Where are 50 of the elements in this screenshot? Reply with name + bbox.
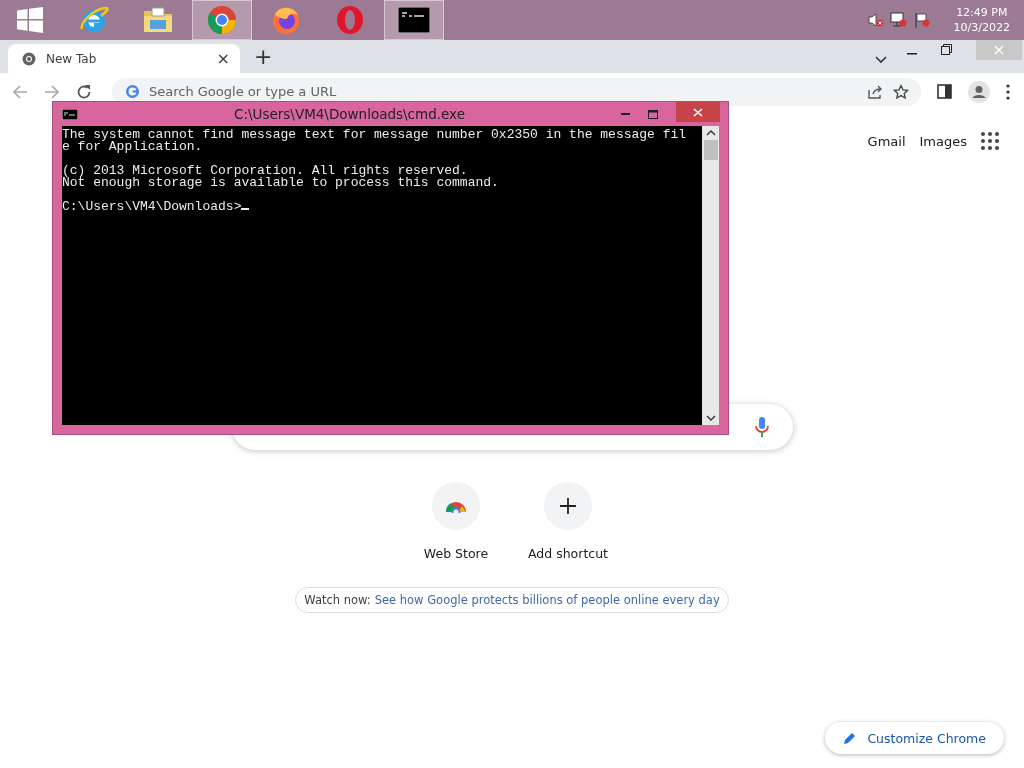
reload-icon[interactable] bbox=[76, 83, 92, 100]
folder-icon[interactable] bbox=[142, 6, 174, 34]
share-icon[interactable] bbox=[867, 83, 883, 100]
profile-avatar-icon[interactable] bbox=[968, 80, 990, 103]
maximize-icon[interactable] bbox=[648, 109, 658, 119]
fox-globe-icon[interactable] bbox=[271, 5, 301, 35]
console-line: C:\Users\VM4\Downloads> bbox=[62, 199, 242, 214]
scrollbar[interactable] bbox=[702, 126, 719, 425]
chrome-icon[interactable] bbox=[207, 5, 237, 35]
header-link[interactable]: Gmail bbox=[867, 133, 906, 149]
scrollbar-thumb[interactable] bbox=[703, 140, 718, 160]
muted-speaker-icon[interactable] bbox=[867, 12, 884, 28]
microphone-icon[interactable] bbox=[754, 417, 769, 437]
apps-grid-icon[interactable] bbox=[981, 132, 999, 150]
flag-icon[interactable] bbox=[913, 12, 930, 28]
window-title: C:\Users\VM4\Downloads\cmd.exe bbox=[233, 106, 466, 122]
close-icon bbox=[994, 45, 1004, 55]
chrome-favicon-icon bbox=[22, 51, 36, 66]
restore-icon[interactable] bbox=[941, 44, 952, 55]
close-button[interactable] bbox=[676, 102, 720, 122]
new-tab-button[interactable]: + bbox=[254, 45, 273, 69]
network-icon[interactable] bbox=[889, 12, 908, 28]
google-g-icon bbox=[126, 85, 139, 98]
promo-text: Watch now: bbox=[304, 593, 371, 607]
minimize-icon[interactable] bbox=[907, 53, 917, 55]
browser-tab[interactable]: New Tab × bbox=[8, 44, 240, 73]
promo-link[interactable]: See how Google protects billions of people online every day bbox=[374, 593, 720, 607]
more-menu-icon[interactable] bbox=[1006, 83, 1010, 100]
console-line: The system cannot find message text for message number 0x2350 in the message fil bbox=[62, 127, 687, 142]
close-icon bbox=[693, 107, 703, 117]
star-icon[interactable] bbox=[893, 83, 909, 100]
side-panel-icon[interactable] bbox=[937, 84, 952, 99]
console-app-icon bbox=[62, 108, 78, 120]
browser-e-icon[interactable] bbox=[79, 5, 109, 35]
scroll-down-icon[interactable] bbox=[705, 415, 716, 421]
rainbow-arc-icon bbox=[445, 499, 467, 513]
scroll-up-icon[interactable] bbox=[705, 130, 716, 136]
customize-button[interactable]: Customize Chrome bbox=[825, 722, 1004, 754]
text-cursor bbox=[241, 208, 250, 210]
pencil-icon bbox=[843, 731, 858, 745]
console-line: (c) 2013 Microsoft Corporation. All rights reserved. bbox=[62, 163, 468, 178]
windows-logo-icon[interactable] bbox=[17, 7, 43, 33]
header-link[interactable]: Images bbox=[919, 133, 967, 149]
shortcut-tile[interactable]: Add shortcut bbox=[512, 482, 624, 561]
shortcut-tile[interactable]: Web Store bbox=[400, 482, 512, 561]
plus-icon bbox=[560, 498, 576, 514]
chevron-down-icon[interactable] bbox=[875, 56, 887, 64]
close-tab-button[interactable]: × bbox=[216, 49, 230, 68]
clock[interactable]: 12:49 PM 10/3/2022 bbox=[953, 5, 1010, 35]
terminal-icon[interactable] bbox=[398, 7, 430, 33]
